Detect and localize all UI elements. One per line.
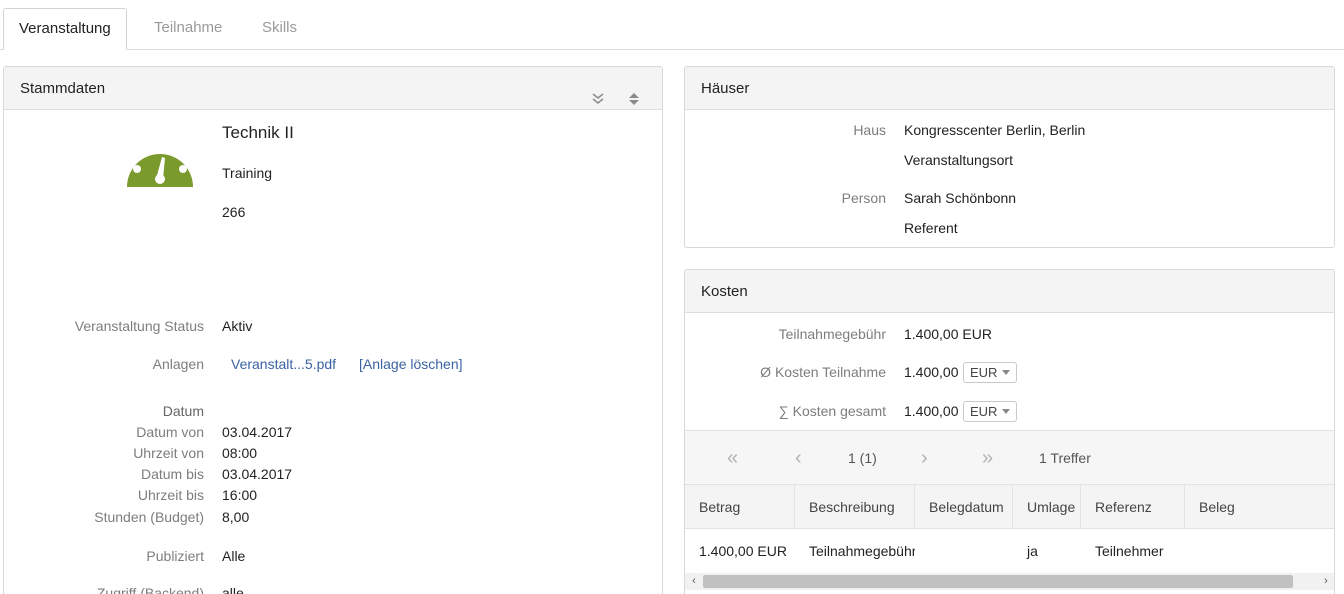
prev-page-icon[interactable]: ‹ [795,431,802,486]
horizontal-scrollbar[interactable]: ‹ › [685,573,1334,590]
stammdaten-header: Stammdaten [4,67,662,110]
cell-betrag: 1.400,00 EUR [699,543,787,559]
person-role: Referent [904,220,958,236]
anlagen-label: Anlagen [152,356,204,372]
uhrzeit-von-label: Uhrzeit von [133,445,204,461]
stunden-label: Stunden (Budget) [94,509,204,525]
event-name: Technik II [222,123,294,142]
haeuser-panel: Häuser Haus Kongresscenter Berlin, Berli… [684,66,1335,248]
kosten-teilnahme-currency-select[interactable]: EUR [963,362,1018,383]
tab-skills[interactable]: Skills [247,8,312,50]
publiziert-value: Alle [222,548,246,564]
status-label: Veranstaltung Status [74,318,204,334]
speedometer-icon [125,131,195,190]
column-header-beschreibung[interactable]: Beschreibung [795,485,915,529]
haus-value: Kongresscenter Berlin, Berlin [904,122,1086,138]
chevron-down-icon [1002,370,1011,375]
scroll-left-icon[interactable]: ‹ [687,573,701,590]
hit-count: 1 Treffer [1039,450,1091,466]
haeuser-header: Häuser [685,67,1334,110]
collapse-double-chevron-icon[interactable] [590,81,606,104]
tab-bar: Veranstaltung Teilnahme Skills [0,0,1344,50]
uhrzeit-bis-value: 16:00 [222,487,258,503]
stammdaten-title: Stammdaten [20,80,106,97]
kosten-title: Kosten [701,283,748,300]
first-page-icon[interactable]: « [727,431,738,486]
anlage-file-link[interactable]: Veranstalt...5.pdf [231,356,336,372]
event-type: Training [222,165,273,181]
scrollbar-thumb[interactable] [703,575,1293,588]
last-page-icon[interactable]: » [982,431,993,486]
zugriff-value: alle [222,585,244,594]
kosten-gesamt-currency: EUR [970,404,998,419]
column-header-belegdatum[interactable]: Belegdatum [915,485,1013,529]
sort-icon[interactable] [626,81,642,105]
table-row[interactable]: 1.400,00 EUR Teilnahmegebühr ja Teilnehm… [685,529,1334,573]
scroll-right-icon[interactable]: › [1319,573,1333,590]
datum-von-value: 03.04.2017 [222,424,293,440]
status-value: Aktiv [222,318,253,334]
column-header-umlage[interactable]: Umlage [1013,485,1081,529]
cell-umlage: ja [1027,543,1038,559]
column-header-referenz[interactable]: Referenz [1081,485,1185,529]
tab-veranstaltung[interactable]: Veranstaltung [3,8,127,50]
teilnahmegebuehr-value: 1.400,00 EUR [904,326,992,342]
haus-role: Veranstaltungsort [904,152,1013,168]
uhrzeit-von-value: 08:00 [222,445,258,461]
column-header-betrag[interactable]: Betrag [685,485,795,529]
datum-bis-label: Datum bis [140,466,204,482]
anlage-delete-link[interactable]: [Anlage löschen] [359,356,463,372]
stunden-value: 8,00 [222,509,250,525]
cell-referenz: Teilnehmer [1095,543,1164,559]
publiziert-label: Publiziert [146,548,204,564]
haus-label: Haus [853,122,886,138]
zugriff-label: Zugriff (Backend) [96,585,204,594]
pager: « ‹ 1 (1) › » 1 Treffer [685,430,1334,486]
page-indicator: 1 (1) [848,450,877,466]
kosten-grid-header: Betrag Beschreibung Belegdatum Umlage Re… [685,485,1334,529]
column-header-beleg[interactable]: Beleg [1185,485,1334,529]
cell-belegdatum [915,529,1013,573]
datum-von-label: Datum von [136,424,204,440]
stammdaten-panel: Stammdaten Technik II Training 266 Veran… [3,66,663,594]
uhrzeit-bis-label: Uhrzeit bis [137,487,204,503]
datum-heading: Datum [162,403,204,419]
next-page-icon[interactable]: › [921,431,928,486]
teilnahmegebuehr-label: Teilnahmegebühr [778,326,886,342]
chevron-down-icon [1002,409,1011,414]
kosten-gesamt-label: ∑ Kosten gesamt [778,403,886,419]
cell-beschreibung: Teilnahmegebühr [809,543,915,559]
kosten-gesamt-currency-select[interactable]: EUR [963,401,1018,422]
kosten-panel: Kosten Teilnahmegebühr 1.400,00 EUR Ø Ko… [684,269,1335,594]
kosten-teilnahme-value: 1.400,00 [904,364,959,380]
kosten-gesamt-value: 1.400,00 [904,403,959,419]
person-label: Person [841,190,886,206]
haeuser-title: Häuser [701,80,750,97]
kosten-teilnahme-currency: EUR [970,365,998,380]
kosten-header: Kosten [685,270,1334,313]
tab-teilnahme[interactable]: Teilnahme [139,8,237,50]
datum-bis-value: 03.04.2017 [222,466,293,482]
cell-beleg [1185,529,1334,573]
person-value: Sarah Schönbonn [904,190,1017,206]
event-number: 266 [222,204,246,220]
kosten-teilnahme-label: Ø Kosten Teilnahme [760,364,886,380]
